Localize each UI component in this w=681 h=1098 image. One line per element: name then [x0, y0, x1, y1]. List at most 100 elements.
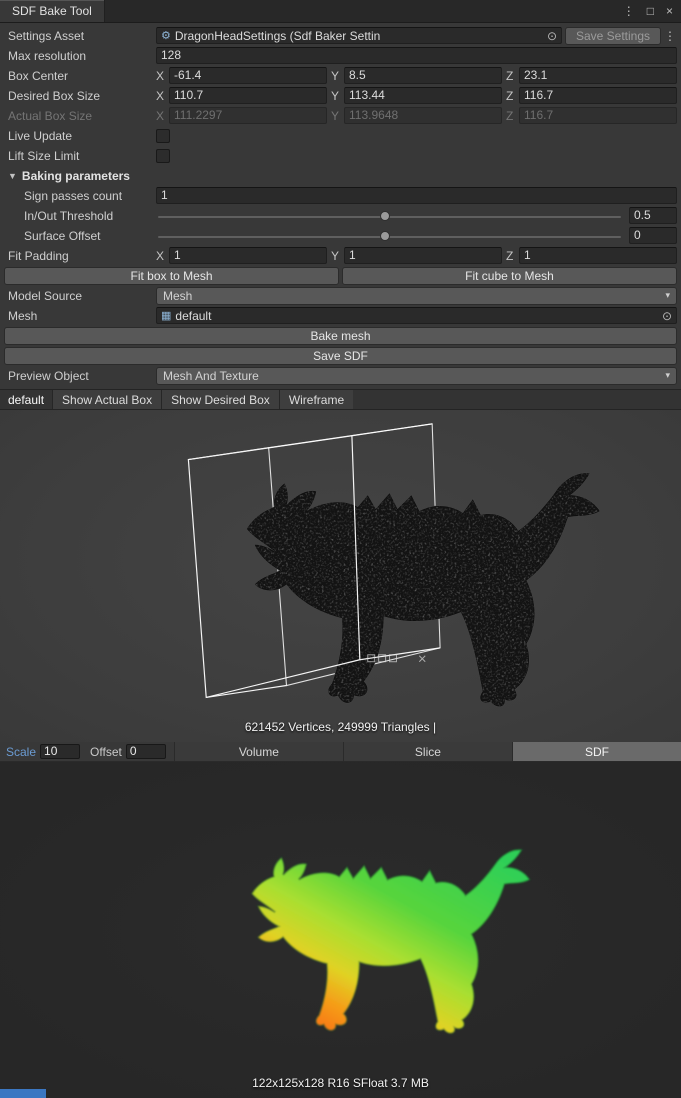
object-picker-icon[interactable]: ⊙: [661, 309, 673, 323]
model-source-value: Mesh: [163, 289, 659, 303]
preview-object-label: Preview Object: [4, 369, 156, 383]
preview-toolbar: default Show Actual Box Show Desired Box…: [0, 389, 681, 410]
titlebar: SDF Bake Tool ⋮ □ ×: [0, 0, 681, 23]
show-desired-box-button[interactable]: Show Desired Box: [161, 390, 279, 409]
settings-asset-value: DragonHeadSettings (Sdf Baker Settin: [175, 29, 542, 43]
scale-input[interactable]: 10: [40, 744, 80, 759]
sign-passes-count-row: Sign passes count 1: [4, 186, 677, 205]
fit-padding-x-input[interactable]: 1: [169, 247, 327, 264]
in-out-threshold-input[interactable]: 0.5: [629, 207, 677, 224]
live-update-row: Live Update: [4, 126, 677, 145]
preview-object-dropdown[interactable]: Mesh And Texture ▾: [156, 367, 677, 385]
actual-box-size-label: Actual Box Size: [4, 109, 156, 123]
desired-box-size-y-input[interactable]: 113.44: [344, 87, 502, 104]
settings-asset-label: Settings Asset: [4, 29, 156, 43]
surface-offset-slider[interactable]: [158, 228, 621, 244]
settings-asset-field[interactable]: ⚙ DragonHeadSettings (Sdf Baker Settin ⊙: [156, 27, 562, 44]
fit-padding-y-input[interactable]: 1: [344, 247, 502, 264]
sdf-bake-tool-window: SDF Bake Tool ⋮ □ × Settings Asset ⚙ Dra…: [0, 0, 681, 1098]
box-center-x-input[interactable]: -61.4: [169, 67, 327, 84]
axis-z-label: Z: [506, 69, 515, 83]
fit-box-to-mesh-button[interactable]: Fit box to Mesh: [4, 267, 339, 285]
mesh-preview-canvas: [0, 410, 681, 742]
desired-box-size-label: Desired Box Size: [4, 89, 156, 103]
axis-x-label: X: [156, 69, 165, 83]
dragon-mesh: [247, 473, 600, 706]
surface-offset-input[interactable]: 0: [629, 227, 677, 244]
tab-sdf[interactable]: SDF: [512, 742, 681, 761]
preview-object-row: Preview Object Mesh And Texture ▾: [4, 366, 677, 385]
lift-size-limit-checkbox[interactable]: [156, 149, 170, 163]
axis-y-label: Y: [331, 69, 340, 83]
fit-padding-z-input[interactable]: 1: [519, 247, 677, 264]
offset-label[interactable]: Offset: [80, 742, 126, 761]
scale-label[interactable]: Scale: [0, 742, 40, 761]
model-source-label: Model Source: [4, 289, 156, 303]
baking-parameters-foldout[interactable]: ▼ Baking parameters: [4, 169, 130, 183]
settings-menu-icon[interactable]: ⋮: [663, 29, 677, 43]
mesh-icon: ▦: [161, 309, 171, 322]
axis-x-label: X: [156, 109, 165, 123]
axis-z-label: Z: [506, 109, 515, 123]
slider-knob[interactable]: [380, 231, 390, 241]
max-resolution-row: Max resolution 128: [4, 46, 677, 65]
foldout-arrow-icon: ▼: [8, 171, 17, 181]
surface-offset-row: Surface Offset 0: [4, 226, 677, 245]
desired-box-size-x-input[interactable]: 110.7: [169, 87, 327, 104]
actual-box-size-row: Actual Box Size X 111.2297 Y 113.9648 Z …: [4, 106, 677, 125]
dragon-sdf: [252, 850, 530, 1034]
max-resolution-input[interactable]: 128: [156, 47, 677, 64]
lift-size-limit-label: Lift Size Limit: [4, 149, 156, 163]
sdf-preview-canvas: [0, 762, 681, 1097]
save-settings-button[interactable]: Save Settings: [565, 27, 661, 45]
axis-x-label: X: [156, 249, 165, 263]
slider-knob[interactable]: [380, 211, 390, 221]
object-picker-icon[interactable]: ⊙: [546, 29, 558, 43]
save-sdf-button[interactable]: Save SDF: [4, 347, 677, 365]
baking-parameters-row: ▼ Baking parameters: [4, 166, 677, 185]
tab-slice[interactable]: Slice: [343, 742, 512, 761]
close-icon[interactable]: ×: [666, 4, 673, 18]
preview-object-value: Mesh And Texture: [163, 369, 659, 383]
fit-padding-row: Fit Padding X 1 Y 1 Z 1: [4, 246, 677, 265]
axis-y-label: Y: [331, 89, 340, 103]
window-title: SDF Bake Tool: [12, 4, 92, 18]
desired-box-size-z-input[interactable]: 116.7: [519, 87, 677, 104]
chevron-down-icon: ▾: [665, 370, 670, 381]
axis-y-label: Y: [331, 109, 340, 123]
window-tab[interactable]: SDF Bake Tool: [0, 0, 105, 22]
box-center-y-input[interactable]: 8.5: [344, 67, 502, 84]
show-actual-box-button[interactable]: Show Actual Box: [52, 390, 161, 409]
sign-passes-count-input[interactable]: 1: [156, 187, 677, 204]
box-center-z-input[interactable]: 23.1: [519, 67, 677, 84]
baking-parameters-label: Baking parameters: [22, 169, 130, 183]
model-source-dropdown[interactable]: Mesh ▾: [156, 287, 677, 305]
bake-mesh-button[interactable]: Bake mesh: [4, 327, 677, 345]
bottom-highlight-strip: [0, 1089, 46, 1098]
sdf-toolbar: Scale 10 Offset 0 Volume Slice SDF: [0, 742, 681, 762]
actual-box-size-y-value: 113.9648: [344, 107, 502, 124]
window-menu-icon[interactable]: ⋮: [623, 4, 635, 18]
wireframe-button[interactable]: Wireframe: [279, 390, 353, 409]
sdf-preview-viewport[interactable]: 122x125x128 R16 SFloat 3.7 MB: [0, 762, 681, 1098]
fit-cube-to-mesh-button[interactable]: Fit cube to Mesh: [342, 267, 677, 285]
actual-box-size-x-value: 111.2297: [169, 107, 327, 124]
offset-input[interactable]: 0: [126, 744, 166, 759]
save-sdf-row: Save SDF: [4, 346, 677, 365]
sign-passes-count-label: Sign passes count: [4, 189, 156, 203]
sdf-stats-caption: 122x125x128 R16 SFloat 3.7 MB: [0, 1076, 681, 1090]
live-update-label: Live Update: [4, 129, 156, 143]
in-out-threshold-slider[interactable]: [158, 208, 621, 224]
mesh-object-field[interactable]: ▦ default ⊙: [156, 307, 677, 324]
axis-z-label: Z: [506, 89, 515, 103]
maximize-icon[interactable]: □: [647, 4, 654, 18]
mesh-preview-viewport[interactable]: 621452 Vertices, 249999 Triangles |: [0, 410, 681, 742]
fit-buttons-row: Fit box to Mesh Fit cube to Mesh: [4, 266, 677, 285]
axis-y-label: Y: [331, 249, 340, 263]
tab-volume[interactable]: Volume: [174, 742, 343, 761]
axis-x-label: X: [156, 89, 165, 103]
live-update-checkbox[interactable]: [156, 129, 170, 143]
in-out-threshold-label: In/Out Threshold: [4, 209, 156, 223]
settings-asset-icon: ⚙: [161, 29, 171, 42]
actual-box-size-z-value: 116.7: [519, 107, 677, 124]
